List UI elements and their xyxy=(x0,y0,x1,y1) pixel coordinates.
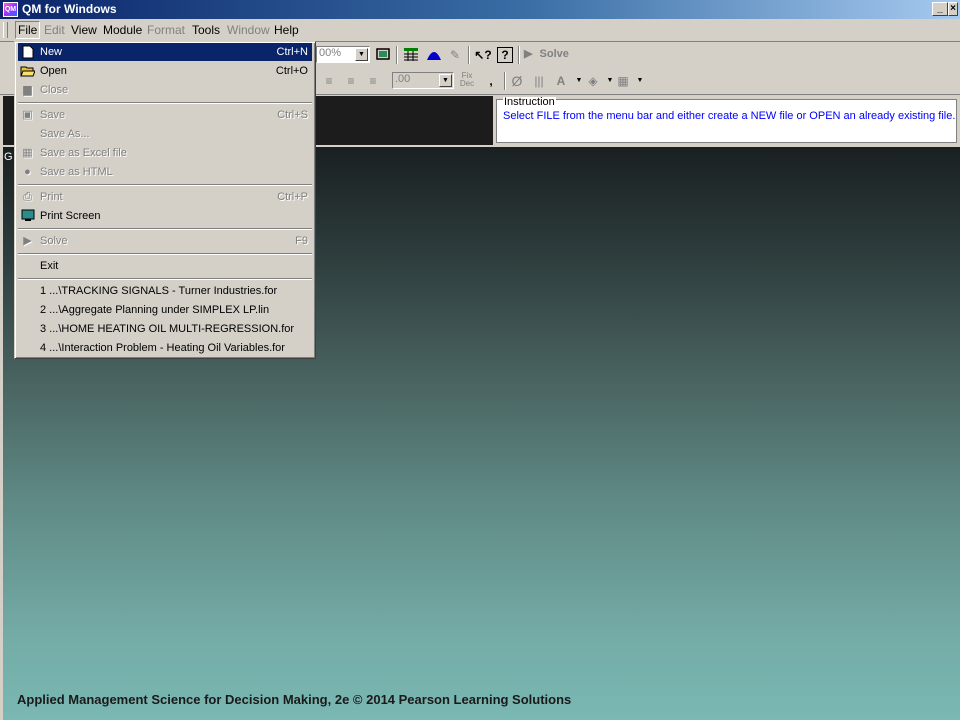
menu-module[interactable]: Module xyxy=(103,23,142,37)
file-menu: New Ctrl+N Open Ctrl+O ▆ Close ▣ Save Ct… xyxy=(14,41,316,359)
window-title: QM for Windows xyxy=(22,2,117,16)
align-right-icon[interactable]: ≡ xyxy=(364,72,382,90)
left-border xyxy=(0,147,3,720)
fill-color-icon[interactable]: ◈ xyxy=(584,72,602,90)
fix-decimal-button[interactable]: Fix Dec xyxy=(458,72,476,90)
menu-edit[interactable]: Edit xyxy=(44,23,65,37)
distribution-icon[interactable] xyxy=(425,46,443,64)
column-width-icon[interactable]: ||| xyxy=(530,72,548,90)
excel-icon: ▦ xyxy=(22,147,33,159)
menu-item-save-excel[interactable]: ▦ Save as Excel file xyxy=(18,144,312,162)
decimal-value: .00 xyxy=(395,73,411,85)
chevron-down-icon[interactable]: ▼ xyxy=(439,74,452,87)
menu-tools[interactable]: Tools xyxy=(192,23,220,37)
close-button[interactable]: × xyxy=(948,2,958,16)
menu-separator xyxy=(18,228,312,230)
menu-item-print-screen[interactable]: Print Screen xyxy=(18,207,312,225)
instruction-label: Instruction xyxy=(503,96,556,108)
decimal-select[interactable]: .00 ▼ xyxy=(392,72,454,89)
recent-file-1[interactable]: 1 ...\TRACKING SIGNALS - Turner Industri… xyxy=(18,282,312,300)
menu-separator xyxy=(18,278,312,280)
zoom-value: 00% xyxy=(319,47,342,59)
recent-file-3[interactable]: 3 ...\HOME HEATING OIL MULTI-REGRESSION.… xyxy=(18,320,312,338)
help-pointer-icon[interactable]: ↖? xyxy=(474,46,492,64)
play-icon: ▶ xyxy=(524,48,533,60)
minimize-button[interactable]: _ xyxy=(932,2,948,16)
align-left-icon[interactable]: ≡ xyxy=(320,72,338,90)
menubar-grip xyxy=(3,22,8,38)
menu-separator xyxy=(18,253,312,255)
menu-view[interactable]: View xyxy=(71,23,97,37)
menu-item-solve[interactable]: ▶ Solve F9 xyxy=(18,232,312,250)
monitor-icon xyxy=(20,209,35,223)
solve-label: Solve xyxy=(539,48,569,60)
title-bar: QM QM for Windows _ × xyxy=(0,0,960,19)
align-center-icon[interactable]: ≡ xyxy=(342,72,360,90)
recent-file-2[interactable]: 2 ...\Aggregate Planning under SIMPLEX L… xyxy=(18,301,312,319)
menu-item-save-html[interactable]: ● Save as HTML xyxy=(18,163,312,181)
link-icon[interactable]: ✎ xyxy=(446,46,464,64)
menu-item-save[interactable]: ▣ Save Ctrl+S xyxy=(18,106,312,124)
globe-icon: ● xyxy=(24,166,31,178)
instruction-text: Select FILE from the menu bar and either… xyxy=(503,110,956,122)
menu-item-print[interactable]: ⎙ Print Ctrl+P xyxy=(18,188,312,206)
menu-item-exit[interactable]: Exit xyxy=(18,257,312,275)
chevron-down-icon[interactable]: ▼ xyxy=(355,48,368,61)
comma-button[interactable]: , xyxy=(482,72,500,90)
menu-window[interactable]: Window xyxy=(227,23,270,37)
play-icon: ▶ xyxy=(23,235,32,247)
app-icon[interactable]: QM xyxy=(3,2,18,17)
zero-icon[interactable]: Ø xyxy=(508,72,526,90)
border-icon[interactable]: ▦ xyxy=(614,72,632,90)
solve-button[interactable]: ▶ Solve xyxy=(524,45,574,64)
help-icon[interactable]: ? xyxy=(497,47,513,63)
printer-icon: ⎙ xyxy=(23,191,32,203)
workspace-fragment-text: G xyxy=(4,151,13,163)
menu-item-new[interactable]: New Ctrl+N xyxy=(18,43,312,61)
menu-bar: File Edit View Module Format Tools Windo… xyxy=(0,19,960,42)
menu-help[interactable]: Help xyxy=(274,23,299,37)
menu-item-save-as[interactable]: Save As... xyxy=(18,125,312,143)
footer-copyright: Applied Management Science for Decision … xyxy=(17,692,572,707)
close-folder-icon: ▆ xyxy=(23,84,32,96)
new-file-icon xyxy=(20,45,35,59)
recent-file-4[interactable]: 4 ...\Interaction Problem - Heating Oil … xyxy=(18,339,312,357)
grid-icon[interactable] xyxy=(402,46,420,64)
menu-item-open[interactable]: Open Ctrl+O xyxy=(18,62,312,80)
menu-separator xyxy=(18,184,312,186)
save-disk-icon: ▣ xyxy=(22,109,33,121)
chevron-down-icon[interactable]: ▼ xyxy=(631,72,649,90)
menu-format[interactable]: Format xyxy=(147,23,185,37)
menu-separator xyxy=(18,102,312,104)
zoom-select[interactable]: 00% ▼ xyxy=(316,46,370,63)
menu-item-close[interactable]: ▆ Close xyxy=(18,81,312,99)
font-color-icon[interactable]: A xyxy=(552,72,570,90)
window-icon[interactable] xyxy=(374,46,392,64)
open-folder-icon xyxy=(20,64,36,78)
menu-file[interactable]: File xyxy=(15,21,41,39)
instruction-panel: Instruction Select FILE from the menu ba… xyxy=(496,96,957,143)
